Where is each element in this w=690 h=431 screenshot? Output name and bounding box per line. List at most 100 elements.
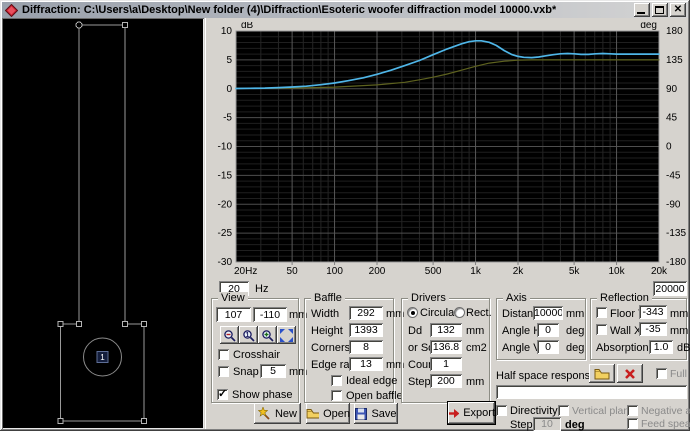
full-space-checkbox[interactable] (656, 368, 667, 379)
svg-text:5: 5 (226, 55, 232, 66)
full-space-label: Full space (670, 368, 690, 380)
distance-input[interactable] (533, 306, 563, 320)
circular-radio[interactable] (407, 307, 418, 318)
open-baffle-checkbox[interactable] (331, 390, 342, 401)
half-space-open-button[interactable] (589, 364, 615, 383)
baffle-height-input[interactable] (349, 323, 383, 337)
minimize-button[interactable] (634, 3, 650, 17)
svg-text:180: 180 (666, 26, 683, 37)
svg-text:-25: -25 (218, 228, 233, 239)
half-space-clear-button[interactable] (617, 364, 643, 383)
count-input[interactable] (430, 357, 462, 371)
corner-handle[interactable] (76, 321, 82, 327)
export-button[interactable]: Export (448, 402, 495, 424)
baffle-corners-input[interactable] (349, 340, 383, 354)
corner-handle[interactable] (141, 321, 147, 327)
angle-ver-input[interactable] (537, 340, 559, 354)
negative-angles-checkbox[interactable] (627, 405, 638, 416)
feed-speaker-checkbox[interactable] (627, 418, 638, 429)
maximize-button[interactable] (652, 3, 668, 17)
driver-step-label: Step (408, 376, 431, 388)
wall-checkbox[interactable] (596, 324, 607, 335)
zoom-in-button[interactable] (258, 326, 277, 344)
dd-label: Dd (408, 325, 423, 337)
svg-text:1: 1 (246, 332, 250, 339)
show-phase-checkbox[interactable] (217, 387, 228, 400)
sd-input[interactable] (430, 340, 462, 354)
save-icon (355, 407, 368, 420)
directivity-checkbox[interactable] (496, 405, 507, 416)
feed-speaker-label: Feed speaker (641, 418, 690, 430)
angle-hor-input[interactable] (537, 323, 559, 337)
absorption-input[interactable] (649, 340, 673, 354)
ideal-edge-checkbox[interactable] (331, 375, 342, 386)
absorption-unit: dB (677, 342, 690, 354)
snap-checkbox[interactable] (218, 366, 229, 377)
baffle-canvas[interactable]: 1 (2, 18, 204, 429)
vertical-plane-label: Vertical plane (572, 405, 636, 417)
svg-text:-15: -15 (218, 170, 233, 181)
corner-handle[interactable] (57, 321, 64, 327)
snap-label: Snap (233, 366, 259, 378)
svg-text:20Hz: 20Hz (234, 266, 257, 277)
export-button-label: Export (463, 407, 495, 419)
view-y-input[interactable] (253, 307, 287, 322)
crosshair-label: Crosshair (233, 349, 281, 361)
svg-text:0: 0 (666, 142, 672, 153)
negative-angles-label: Negative angles (641, 405, 690, 417)
baffle-width-input[interactable] (349, 306, 383, 320)
open-button[interactable]: Open (306, 403, 350, 424)
svg-text:-30: -30 (218, 257, 233, 268)
zoom-100-button[interactable]: 1 (239, 326, 258, 344)
absorption-label: Absorption (596, 342, 649, 354)
show-phase-label: Show phase (232, 389, 293, 401)
zoom-out-button[interactable] (220, 326, 239, 344)
wand-icon (257, 407, 270, 420)
angle-hor-unit: deg (566, 325, 585, 337)
angle-ver-unit: deg (566, 342, 585, 354)
floor-input[interactable] (639, 305, 667, 319)
window-title: Diffraction: C:\Users\a\Desktop\New fold… (22, 4, 557, 16)
crosshair-checkbox[interactable] (218, 349, 229, 360)
reflection-group: Reflection Floor Y mm Wall X mm Absorpti… (590, 292, 690, 360)
baffle-edge-input[interactable] (349, 357, 383, 371)
rect-radio[interactable] (454, 307, 465, 318)
driver-step-input[interactable] (430, 374, 462, 388)
svg-text:2k: 2k (513, 266, 525, 277)
vertical-plane-checkbox[interactable] (558, 405, 569, 416)
view-group: View mm 1 (211, 292, 307, 403)
svg-text:dB: dB (241, 22, 254, 31)
directivity-step-input[interactable] (533, 417, 561, 431)
corner-handle[interactable] (57, 418, 64, 424)
svg-text:deg: deg (640, 22, 657, 31)
freq-max-input[interactable] (653, 281, 687, 296)
svg-text:100: 100 (326, 266, 343, 277)
corner-handle[interactable] (122, 321, 128, 327)
close-button[interactable]: ✕ (670, 3, 686, 17)
delete-icon (625, 368, 635, 379)
new-button[interactable]: New (254, 403, 301, 424)
svg-text:200: 200 (369, 266, 386, 277)
svg-text:45: 45 (666, 113, 678, 124)
circular-label: Circular (420, 307, 458, 319)
svg-text:135: 135 (666, 55, 683, 66)
driver-step-unit: mm (466, 376, 485, 388)
dd-input[interactable] (430, 323, 462, 337)
freq-min-unit: Hz (255, 283, 269, 295)
svg-text:-20: -20 (218, 199, 233, 210)
zoom-fit-button[interactable] (277, 326, 296, 344)
save-button[interactable]: Save (354, 403, 398, 424)
floor-checkbox[interactable] (596, 307, 607, 318)
baffle-height-label: Height (311, 325, 343, 337)
origin-handle[interactable] (75, 21, 83, 29)
corner-handle[interactable] (141, 418, 147, 424)
title-bar[interactable]: Diffraction: C:\Users\a\Desktop\New fold… (2, 2, 688, 18)
snap-input[interactable] (260, 364, 286, 378)
half-space-file-field[interactable] (496, 385, 687, 399)
wall-input[interactable] (639, 322, 667, 336)
svg-text:1k: 1k (470, 266, 482, 277)
export-icon (449, 408, 460, 418)
corner-handle[interactable] (122, 22, 128, 28)
baffle-drawing: 1 (57, 21, 147, 424)
view-x-input[interactable] (216, 307, 251, 322)
